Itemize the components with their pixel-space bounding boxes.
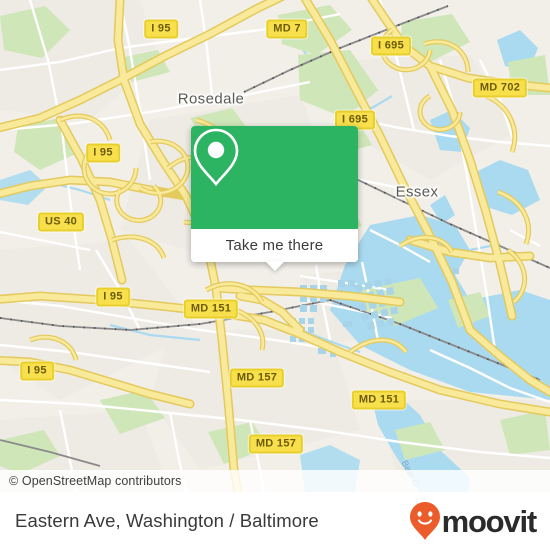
road-shield-i95-center: I 95: [96, 287, 130, 307]
moovit-wordmark: moovit: [441, 503, 538, 539]
road-shield-md702: MD 702: [472, 78, 528, 98]
popup-pointer-tip: [264, 261, 285, 271]
map-screenshot: I 95 MD 7 I 695 MD 702 I 695 I 95 US 40 …: [0, 0, 550, 550]
road-shield-i95-south: I 95: [20, 361, 54, 381]
take-me-there-label: Take me there: [225, 237, 324, 254]
map-canvas[interactable]: I 95 MD 7 I 695 MD 702 I 695 I 95 US 40 …: [0, 0, 550, 492]
popup-action-row[interactable]: Take me there: [191, 229, 358, 262]
road-shield-md151-south: MD 151: [351, 390, 407, 410]
map-attribution-bar: © OpenStreetMap contributors: [0, 470, 550, 492]
road-shield-i95-west: I 95: [86, 143, 120, 163]
moovit-brand[interactable]: moovit: [409, 501, 550, 541]
road-shield-md151-north: MD 151: [183, 299, 239, 319]
osm-attribution-text[interactable]: © OpenStreetMap contributors: [0, 474, 182, 488]
place-label-essex: Essex: [395, 183, 439, 201]
location-pin-icon: [193, 128, 239, 187]
moovit-smiley-pin-icon: [409, 502, 440, 540]
road-shield-md7: MD 7: [266, 19, 308, 39]
location-popup-card[interactable]: Take me there: [191, 126, 358, 271]
road-shield-us40: US 40: [37, 212, 85, 232]
road-shield-md157-north: MD 157: [229, 368, 285, 388]
footer-bar: Eastern Ave, Washington / Baltimore moov…: [0, 492, 550, 550]
road-shield-i695-north: I 695: [371, 36, 411, 56]
popup-pin-area: [191, 126, 358, 229]
road-shield-i95-north: I 95: [144, 19, 178, 39]
road-shield-md157-south: MD 157: [248, 434, 304, 454]
place-label-rosedale: Rosedale: [177, 90, 245, 108]
location-title: Eastern Ave, Washington / Baltimore: [15, 510, 319, 531]
